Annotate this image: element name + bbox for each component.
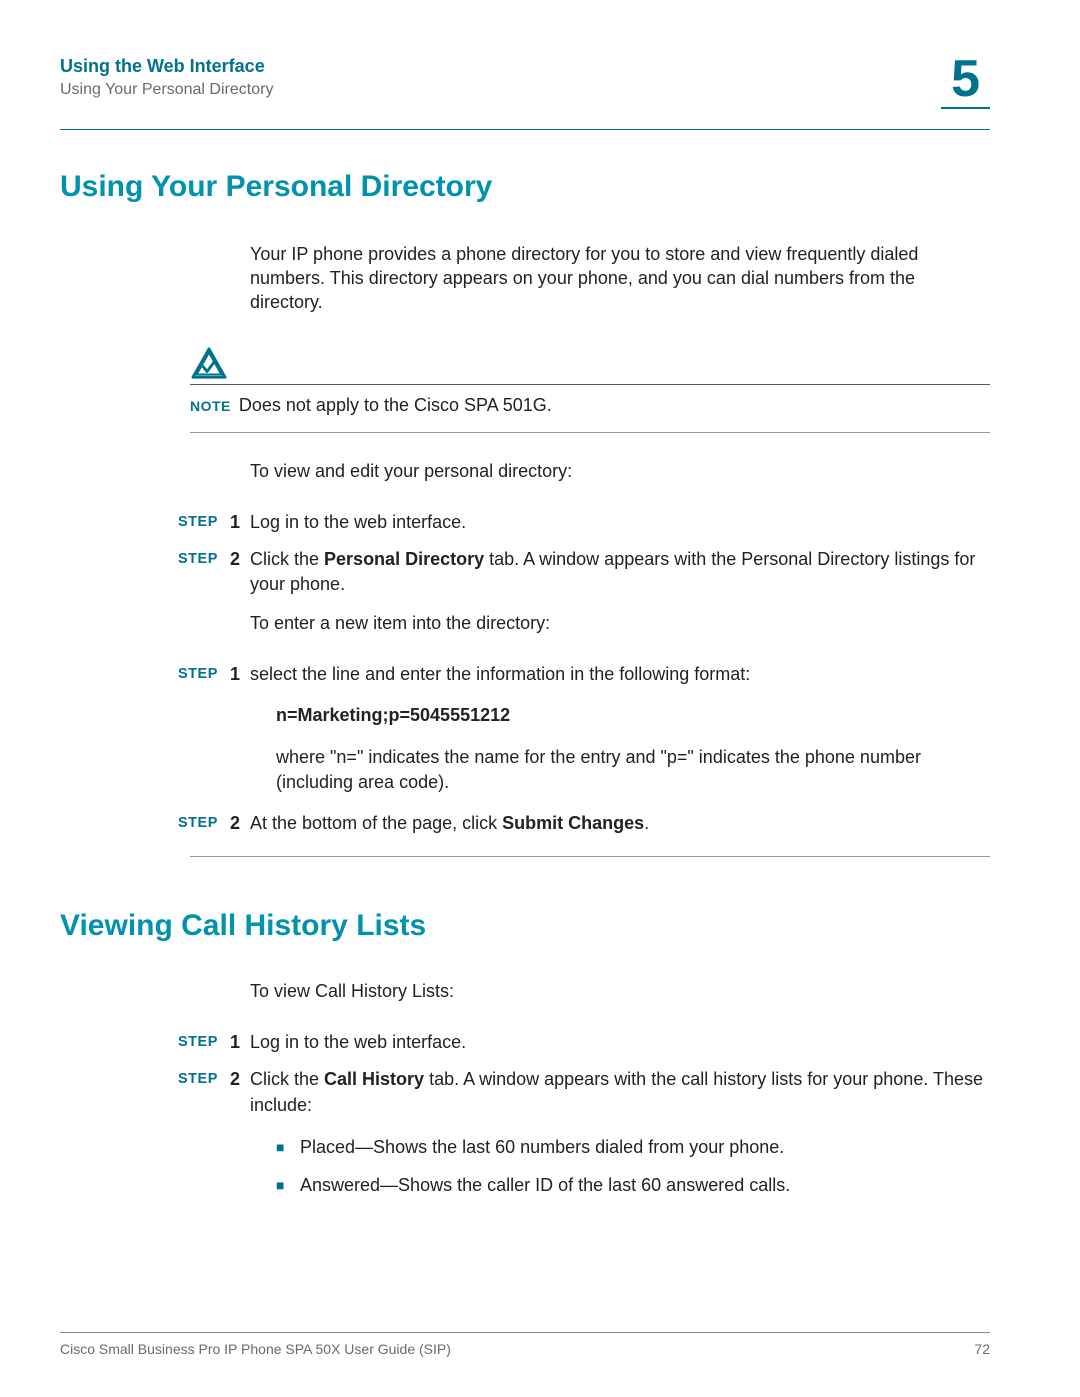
section-heading-call-history: Viewing Call History Lists <box>60 909 990 943</box>
header-left: Using the Web Interface Using Your Perso… <box>60 56 273 99</box>
bullet-text: Placed—Shows the last 60 numbers dialed … <box>300 1134 990 1160</box>
header-chapter-title: Using the Web Interface <box>60 56 273 77</box>
steps-view-edit: STEP 1 Log in to the web interface. STEP… <box>178 510 990 598</box>
step-row: STEP 2 Click the Call History tab. A win… <box>178 1067 990 1117</box>
step-label: STEP <box>178 1067 230 1117</box>
bullet-icon: ■ <box>276 1172 300 1198</box>
note-icon-row <box>190 347 990 385</box>
lead-view-edit: To view and edit your personal directory… <box>250 461 990 482</box>
step-number: 1 <box>230 510 250 535</box>
step-number: 2 <box>230 811 250 836</box>
note-text: Does not apply to the Cisco SPA 501G. <box>239 395 552 416</box>
bullet-item: ■ Answered—Shows the caller ID of the la… <box>276 1172 990 1198</box>
step-number: 1 <box>230 662 250 687</box>
header-rule <box>60 129 990 130</box>
note-checkmark-icon <box>190 347 228 381</box>
footer-manual-title: Cisco Small Business Pro IP Phone SPA 50… <box>60 1341 451 1357</box>
call-history-bullets: ■ Placed—Shows the last 60 numbers diale… <box>276 1134 990 1198</box>
step-label: STEP <box>178 510 230 535</box>
page-header: Using the Web Interface Using Your Perso… <box>60 56 990 109</box>
section-heading-personal-directory: Using Your Personal Directory <box>60 170 990 204</box>
step-row: STEP 1 Log in to the web interface. <box>178 1030 990 1055</box>
steps-call-history: STEP 1 Log in to the web interface. STEP… <box>178 1030 990 1118</box>
note-body: NOTE Does not apply to the Cisco SPA 501… <box>190 395 990 416</box>
intro-paragraph: Your IP phone provides a phone directory… <box>250 242 990 315</box>
lead-enter-item: To enter a new item into the directory: <box>250 613 990 634</box>
step-number: 2 <box>230 547 250 597</box>
steps-submit: STEP 2 At the bottom of the page, click … <box>178 811 990 836</box>
step-text: select the line and enter the informatio… <box>250 662 990 687</box>
step-label: STEP <box>178 811 230 836</box>
footer-page-number: 72 <box>974 1341 990 1357</box>
intro-block: Your IP phone provides a phone directory… <box>250 242 990 315</box>
step-row: STEP 1 Log in to the web interface. <box>178 510 990 535</box>
bullet-item: ■ Placed—Shows the last 60 numbers diale… <box>276 1134 990 1160</box>
step-number: 2 <box>230 1067 250 1117</box>
step-label: STEP <box>178 547 230 597</box>
chapter-number: 5 <box>951 56 980 103</box>
note-label: NOTE <box>190 398 231 414</box>
step-text: Log in to the web interface. <box>250 1030 990 1055</box>
code-example: n=Marketing;p=5045551212 <box>276 703 990 728</box>
page-footer: Cisco Small Business Pro IP Phone SPA 50… <box>60 1341 990 1357</box>
step-row: STEP 1 select the line and enter the inf… <box>178 662 990 687</box>
lead-call-history: To view Call History Lists: <box>250 981 990 1002</box>
step-row: STEP 2 Click the Personal Directory tab.… <box>178 547 990 597</box>
footer-rule <box>60 1332 990 1333</box>
step-label: STEP <box>178 1030 230 1055</box>
step-number: 1 <box>230 1030 250 1055</box>
step-row: STEP 2 At the bottom of the page, click … <box>178 811 990 836</box>
step-text: Click the Personal Directory tab. A wind… <box>250 547 990 597</box>
code-explanation: where "n=" indicates the name for the en… <box>276 745 990 795</box>
bullet-text: Answered—Shows the caller ID of the last… <box>300 1172 990 1198</box>
code-example-block: n=Marketing;p=5045551212 where "n=" indi… <box>276 703 990 795</box>
bullet-icon: ■ <box>276 1134 300 1160</box>
chapter-number-box: 5 <box>941 56 990 109</box>
note-block: NOTE Does not apply to the Cisco SPA 501… <box>190 347 990 433</box>
step-text: Log in to the web interface. <box>250 510 990 535</box>
header-section-subtitle: Using Your Personal Directory <box>60 81 273 99</box>
note-rule <box>190 432 990 433</box>
step-label: STEP <box>178 662 230 687</box>
step-text: At the bottom of the page, click Submit … <box>250 811 990 836</box>
document-page: Using the Web Interface Using Your Perso… <box>0 0 1080 1397</box>
step-text: Click the Call History tab. A window app… <box>250 1067 990 1117</box>
steps-enter-item: STEP 1 select the line and enter the inf… <box>178 662 990 687</box>
section-divider <box>190 856 990 857</box>
